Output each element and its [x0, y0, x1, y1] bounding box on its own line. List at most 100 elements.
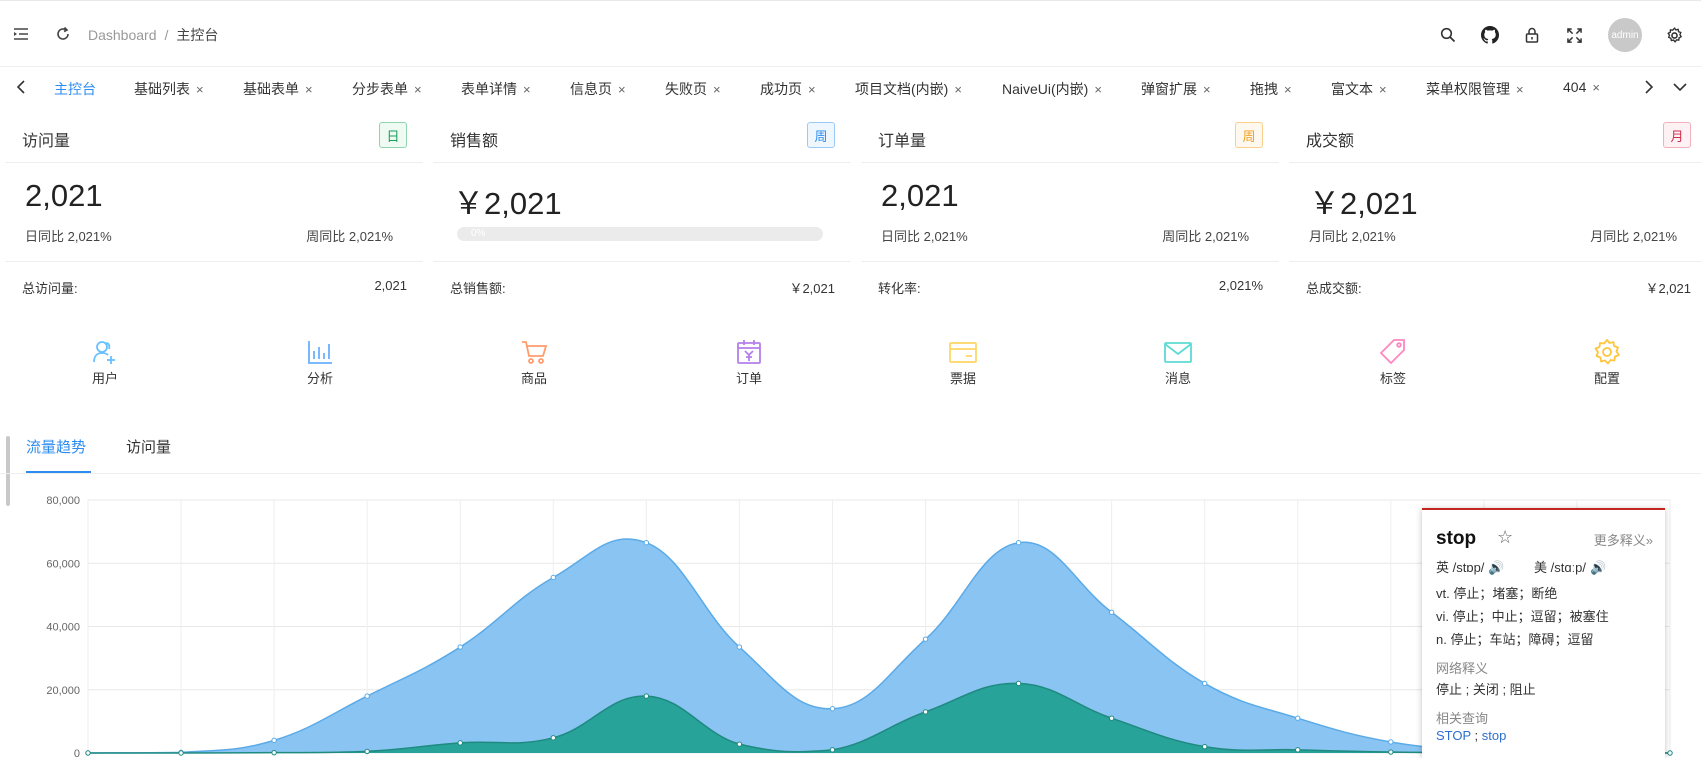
card-value: 2,021 [881, 178, 959, 213]
tab-close-icon[interactable]: × [618, 82, 626, 97]
search-icon[interactable] [1438, 25, 1458, 45]
tab-close-icon[interactable]: × [1379, 82, 1387, 97]
tab-fail-page[interactable]: 失败页 × [665, 79, 721, 99]
footer-value: 2,021% [1218, 278, 1263, 293]
tab-close-icon[interactable]: × [414, 82, 422, 97]
period-tag: 月 [1663, 122, 1691, 148]
tab-rich-text[interactable]: 富文本 × [1331, 79, 1387, 99]
quick-label: 标签 [1379, 371, 1406, 386]
tag-icon [1379, 339, 1405, 365]
tab-project-docs[interactable]: 项目文档(内嵌) × [855, 79, 962, 99]
tab-naiveui[interactable]: NaiveUi(内嵌) × [1002, 79, 1102, 99]
calendar-yen-icon [737, 340, 761, 364]
quick-label: 票据 [949, 371, 976, 386]
bar-chart-icon [308, 341, 332, 364]
tab-close-icon[interactable]: × [954, 82, 962, 97]
quick-messages[interactable]: 消息 [1148, 338, 1208, 387]
quick-orders[interactable]: 订单 [719, 338, 779, 387]
more-definitions-link[interactable]: 更多释义» [1594, 530, 1653, 549]
footer-label: 总访问量: [22, 281, 78, 296]
definition-vt: vt. 停止；堵塞；断绝 [1436, 586, 1558, 601]
quick-products[interactable]: 商品 [504, 338, 564, 387]
gear-icon[interactable] [1664, 25, 1684, 45]
data-point [1388, 749, 1394, 755]
quick-users[interactable]: 用户 [75, 338, 135, 387]
tab-scroll-left-icon[interactable] [12, 78, 30, 96]
y-tick-label: 0 [74, 748, 80, 758]
tab-form-detail[interactable]: 表单详情 × [461, 79, 531, 99]
breadcrumb-root[interactable]: Dashboard [88, 27, 157, 43]
data-point [1108, 715, 1115, 721]
related-link[interactable]: stop [1482, 728, 1507, 743]
quick-settings[interactable]: 配置 [1577, 338, 1637, 387]
divider [1289, 162, 1701, 163]
tab-basic-form[interactable]: 基础表单 × [243, 79, 313, 99]
data-point [364, 748, 370, 755]
tab-success-page[interactable]: 成功页 × [760, 79, 816, 99]
card-title: 成交额 [1306, 133, 1355, 150]
tab-close-icon[interactable]: × [305, 82, 313, 97]
quick-bills[interactable]: 票据 [933, 338, 993, 387]
tab-close-icon[interactable]: × [1592, 80, 1600, 95]
tab-close-icon[interactable]: × [1094, 82, 1102, 97]
tab-label: 主控台 [54, 81, 96, 97]
footer-value: ￥2,021 [1645, 281, 1691, 296]
card-value: ￥2,021 [1309, 186, 1418, 221]
y-tick-label: 60,000 [46, 558, 80, 570]
month-compare: 月同比 2,021% [1590, 229, 1677, 244]
tab-scroll-right-icon[interactable] [1640, 78, 1658, 96]
tab-close-icon[interactable]: × [1203, 82, 1211, 97]
speaker-icon[interactable]: 🔊 [1590, 560, 1606, 575]
quick-label: 配置 [1593, 371, 1620, 386]
shopping-cart-icon [522, 341, 548, 364]
tab-modal-ext[interactable]: 弹窗扩展 × [1141, 79, 1211, 99]
star-icon[interactable]: ☆ [1497, 527, 1513, 548]
speaker-icon[interactable]: 🔊 [1488, 560, 1504, 575]
phonetic-text: 美 /stɑːp/ [1534, 560, 1587, 575]
tab-close-icon[interactable]: × [1284, 82, 1292, 97]
divider [433, 162, 851, 163]
tab-close-icon[interactable]: × [808, 82, 816, 97]
quick-analysis[interactable]: 分析 [290, 338, 350, 387]
divider [861, 162, 1279, 163]
tab-label: 富文本 [1331, 81, 1373, 97]
tab-step-form[interactable]: 分步表单 × [352, 79, 422, 99]
tab-visits[interactable]: 访问量 [126, 436, 171, 457]
card-value: 2,021 [25, 178, 103, 213]
footer-label: 总成交额: [1306, 281, 1362, 296]
footer-label: 总销售额: [450, 281, 506, 296]
data-point [1202, 680, 1208, 687]
footer-value: 2,021 [374, 278, 407, 293]
tab-close-icon[interactable]: × [1516, 82, 1524, 97]
tab-drag[interactable]: 拖拽 × [1250, 79, 1292, 99]
tab-traffic-trend[interactable]: 流量趋势 [26, 436, 86, 457]
week-compare: 周同比 2,021% [306, 229, 393, 244]
credit-card-icon [949, 342, 977, 363]
tab-404[interactable]: 404 × [1563, 79, 1600, 95]
tab-basic-list[interactable]: 基础列表 × [134, 79, 204, 99]
card-value: ￥2,021 [453, 186, 562, 221]
menu-fold-icon[interactable] [10, 23, 32, 45]
related-link[interactable]: STOP [1436, 728, 1471, 743]
stat-card-visits: 访问量 日 2,021 日同比 2,021% 周同比 2,021% 总访问量: … [5, 112, 423, 308]
tab-menu-permission[interactable]: 菜单权限管理 × [1426, 79, 1524, 99]
divider [5, 162, 423, 163]
github-icon[interactable] [1480, 25, 1500, 45]
refresh-icon[interactable] [52, 23, 74, 45]
lock-icon[interactable] [1522, 25, 1542, 45]
tab-close-icon[interactable]: × [523, 82, 531, 97]
chevron-down-icon[interactable] [1671, 78, 1689, 96]
tab-info-page[interactable]: 信息页 × [570, 79, 626, 99]
breadcrumb-current[interactable]: 主控台 [176, 27, 218, 43]
fullscreen-icon[interactable] [1564, 25, 1584, 45]
tab-close-icon[interactable]: × [196, 82, 204, 97]
tab-close-icon[interactable]: × [713, 82, 721, 97]
tab-label: 表单详情 [461, 81, 517, 97]
tab-dashboard[interactable]: 主控台 [54, 79, 96, 99]
data-point [736, 644, 743, 650]
month-compare: 月同比 2,021% [1309, 229, 1396, 244]
quick-tags[interactable]: 标签 [1363, 338, 1423, 387]
web-definition-title: 网络释义 [1436, 661, 1489, 676]
avatar[interactable]: admin [1608, 18, 1642, 52]
divider [5, 261, 423, 262]
